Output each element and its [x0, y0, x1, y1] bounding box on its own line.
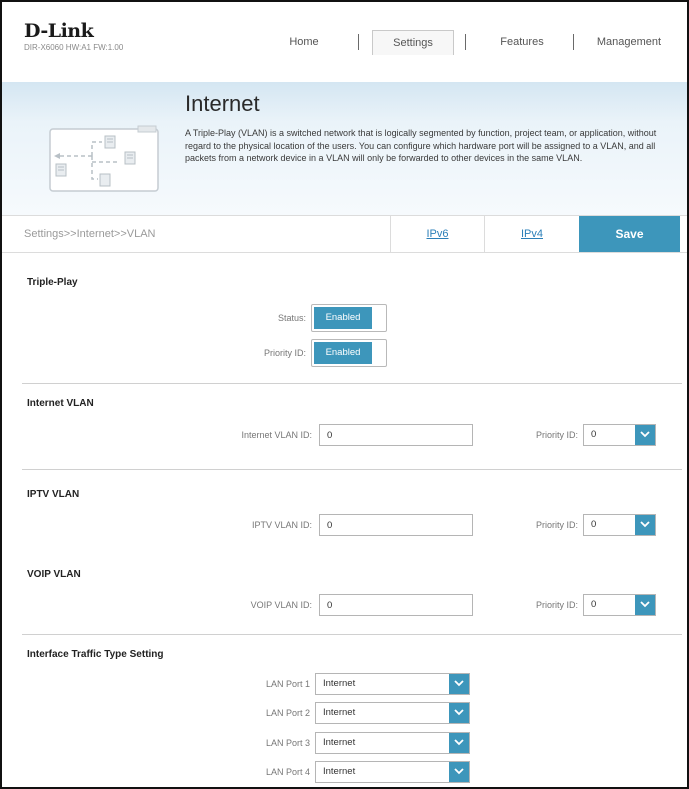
priority-id-toggle-value: Enabled [314, 342, 372, 364]
section-divider [22, 469, 682, 470]
voip-vlan-id-label: VOIP VLAN ID: [250, 600, 312, 610]
breadcrumb: Settings>>Internet>>VLAN [24, 228, 156, 240]
voip-vlan-id-input[interactable]: 0 [319, 594, 473, 616]
internet-vlan-id-input[interactable]: 0 [319, 424, 473, 446]
nav-separator [465, 34, 466, 50]
iptv-vlan-id-input[interactable]: 0 [319, 514, 473, 536]
lan-port-4-value: Internet [323, 766, 356, 777]
nav-management[interactable]: Management [584, 30, 674, 54]
iptv-priority-id-select[interactable]: 0 [583, 514, 656, 536]
lan-port-3-value: Internet [323, 737, 356, 748]
lan-port-3-select[interactable]: Internet [315, 732, 470, 754]
section-title-voip-vlan: VOIP VLAN [27, 569, 81, 580]
nav-home[interactable]: Home [264, 30, 344, 54]
internet-priority-id-value: 0 [591, 429, 597, 440]
nav-separator [573, 34, 574, 50]
nav-features[interactable]: Features [482, 30, 562, 54]
section-divider [22, 383, 682, 384]
internet-vlan-id-label: Internet VLAN ID: [241, 430, 312, 440]
dlink-logo: D-Link [24, 20, 94, 42]
iptv-priority-id-label: Priority ID: [535, 520, 578, 530]
tab-ipv4[interactable]: IPv4 [484, 216, 579, 252]
page-description: A Triple-Play (VLAN) is a switched netwo… [185, 128, 657, 163]
section-title-internet-vlan: Internet VLAN [27, 398, 94, 409]
chevron-down-icon [449, 674, 469, 694]
priority-id-label: Priority ID: [263, 348, 306, 358]
tab-ipv6[interactable]: IPv6 [390, 216, 484, 252]
lan-port-1-label: LAN Port 1 [265, 679, 310, 689]
lan-port-4-label: LAN Port 4 [265, 767, 310, 777]
status-toggle[interactable]: Enabled [311, 304, 387, 332]
status-toggle-value: Enabled [314, 307, 372, 329]
page-banner: Internet A Triple-Play (VLAN) is a switc… [2, 82, 687, 215]
model-info: DIR-X6060 HW:A1 FW:1.00 [24, 43, 124, 52]
priority-id-toggle[interactable]: Enabled [311, 339, 387, 367]
lan-port-2-label: LAN Port 2 [265, 708, 310, 718]
page-title: Internet [185, 91, 260, 116]
chevron-down-icon [635, 425, 655, 445]
nav-separator [358, 34, 359, 50]
lan-port-3-label: LAN Port 3 [265, 738, 310, 748]
chevron-down-icon [449, 703, 469, 723]
internet-priority-id-select[interactable]: 0 [583, 424, 656, 446]
chevron-down-icon [635, 515, 655, 535]
section-divider [22, 634, 682, 635]
chevron-down-icon [449, 733, 469, 753]
lan-port-4-select[interactable]: Internet [315, 761, 470, 783]
section-title-interface-traffic: Interface Traffic Type Setting [27, 649, 164, 660]
chevron-down-icon [449, 762, 469, 782]
browser-frame: D-Link DIR-X6060 HW:A1 FW:1.00 Home Sett… [0, 0, 689, 789]
breadcrumb-bar: Settings>>Internet>>VLAN IPv6 IPv4 Save [2, 215, 687, 253]
chevron-down-icon [635, 595, 655, 615]
nav-settings[interactable]: Settings [372, 30, 454, 55]
internet-priority-id-label: Priority ID: [535, 430, 578, 440]
voip-priority-id-value: 0 [591, 599, 597, 610]
lan-port-2-select[interactable]: Internet [315, 702, 470, 724]
voip-priority-id-select[interactable]: 0 [583, 594, 656, 616]
save-button[interactable]: Save [579, 216, 680, 252]
iptv-priority-id-value: 0 [591, 519, 597, 530]
top-bar: D-Link DIR-X6060 HW:A1 FW:1.00 Home Sett… [2, 2, 687, 82]
section-title-iptv-vlan: IPTV VLAN [27, 489, 80, 500]
iptv-vlan-id-label: IPTV VLAN ID: [251, 520, 312, 530]
lan-port-1-select[interactable]: Internet [315, 673, 470, 695]
lan-port-2-value: Internet [323, 707, 356, 718]
section-title-triple-play: Triple-Play [27, 277, 78, 288]
lan-port-1-value: Internet [323, 678, 356, 689]
status-label: Status: [277, 313, 306, 323]
voip-priority-id-label: Priority ID: [535, 600, 578, 610]
network-diagram-icon [49, 125, 159, 192]
